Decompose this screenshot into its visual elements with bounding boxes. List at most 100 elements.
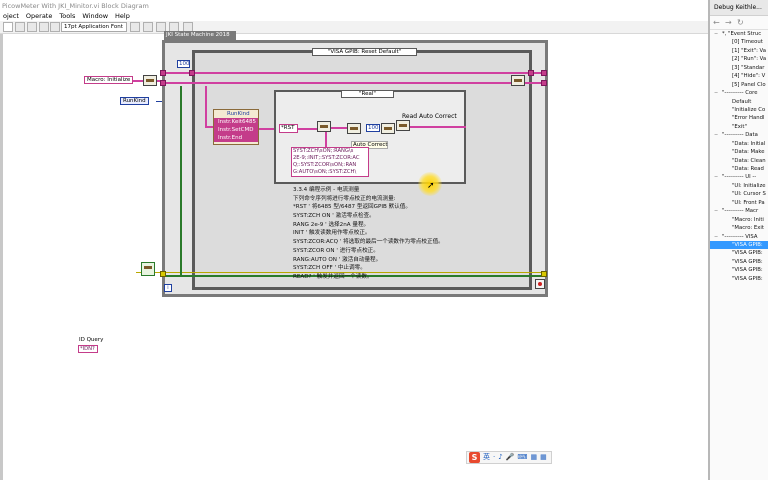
bundle-element-0[interactable]: RunKind bbox=[214, 110, 258, 118]
delay-constant[interactable]: 100 bbox=[366, 124, 380, 132]
pause-icon[interactable] bbox=[39, 22, 49, 32]
tree-item[interactable]: "Initialize Co bbox=[710, 106, 768, 114]
macro-initialize-constant[interactable]: Macro: Initialize bbox=[84, 76, 134, 84]
tree-item-label: "UI: Front Pa bbox=[732, 199, 765, 206]
run-arrow-icon[interactable] bbox=[3, 22, 13, 32]
rst-command-constant[interactable]: *RST bbox=[279, 124, 298, 133]
collapse-icon[interactable]: − bbox=[714, 233, 718, 241]
tree-item[interactable]: [3] "Standar bbox=[710, 64, 768, 72]
scpi-command-constant[interactable]: SYST:ZCH\sON;:RANG\s 2E-9;:INIT;:SYST:ZCO… bbox=[291, 147, 369, 177]
shift-register-right-2[interactable] bbox=[541, 80, 547, 86]
error-shift-register-left[interactable] bbox=[160, 271, 166, 277]
tree-item[interactable]: "Data: Initial bbox=[710, 140, 768, 148]
timeout-constant[interactable]: 100 bbox=[177, 60, 190, 68]
runkind-control[interactable]: RunKind bbox=[120, 97, 149, 105]
refresh-icon[interactable]: ↻ bbox=[737, 18, 746, 27]
tree-item[interactable]: "Exit" bbox=[710, 123, 768, 131]
menu-item-4[interactable]: Help bbox=[112, 11, 134, 21]
shift-register-left-2[interactable] bbox=[160, 80, 166, 86]
comment-line: READ? ' 触发并返回一个读数。 bbox=[293, 273, 373, 280]
ime-toolbar[interactable]: S 英 · ♪ 🎤 ⌨ ▦ ▦ bbox=[466, 451, 552, 464]
tree-item[interactable]: "VISA GPIB: bbox=[710, 275, 768, 283]
scpi-line: 2E-9;:INIT;:SYST:ZCOR:AC bbox=[293, 155, 360, 161]
tree-item[interactable]: [0] Timeout bbox=[710, 38, 768, 46]
tree-item[interactable]: "Data: Make bbox=[710, 148, 768, 156]
tree-item[interactable]: − "---------- UI -- bbox=[710, 173, 768, 181]
collapse-icon[interactable]: − bbox=[714, 30, 718, 38]
forward-arrow-icon[interactable]: → bbox=[725, 18, 734, 27]
comment-line: *RST ' 将6485 型/6487 型返回GPIB 默认值。 bbox=[293, 204, 411, 211]
visa-write-2-vi-icon[interactable] bbox=[347, 123, 361, 134]
tree-item[interactable]: [1] "Exit": Va bbox=[710, 47, 768, 55]
inner-case-selector[interactable]: "Real" bbox=[341, 90, 394, 98]
error-init-vi-icon[interactable] bbox=[141, 262, 155, 276]
tree-item-label: [2] "Run": Va bbox=[732, 56, 767, 63]
shift-register-left[interactable] bbox=[160, 70, 166, 76]
menu-item-1[interactable]: Operate bbox=[23, 11, 56, 21]
run-continuously-icon[interactable] bbox=[15, 22, 25, 32]
menu-item-2[interactable]: Tools bbox=[56, 11, 79, 21]
case-tunnel-in[interactable] bbox=[189, 70, 195, 76]
menu-item-3[interactable]: Window bbox=[79, 11, 112, 21]
tree-item[interactable]: "UI: Initialize bbox=[710, 182, 768, 190]
tree-item[interactable]: − "---------- VISA bbox=[710, 233, 768, 241]
menu-item-0[interactable]: oject bbox=[0, 11, 23, 21]
ime-glyph-icon[interactable]: 英 bbox=[483, 452, 490, 463]
tree-item[interactable]: [5] Panel Clo bbox=[710, 81, 768, 89]
tree-item[interactable]: "VISA GPIB: bbox=[710, 249, 768, 257]
sogou-logo-icon[interactable]: S bbox=[469, 452, 480, 463]
visa-read-vi-icon[interactable] bbox=[396, 120, 410, 131]
error-shift-register-right[interactable] bbox=[541, 271, 547, 277]
bundle-element-2[interactable]: Instr.SetCMD bbox=[214, 126, 258, 134]
tree-item[interactable]: − "---------- Core bbox=[710, 89, 768, 97]
collapse-icon[interactable]: − bbox=[714, 131, 718, 139]
tree-item[interactable]: "UI: Cursor S bbox=[710, 190, 768, 198]
shift-register-right[interactable] bbox=[541, 70, 547, 76]
tree-item[interactable]: "Error Handl bbox=[710, 114, 768, 122]
ime-glyph-icon[interactable]: ▦ bbox=[531, 452, 538, 463]
tree-item[interactable]: Default bbox=[710, 98, 768, 106]
tree-item[interactable]: − *, "Event Struc bbox=[710, 30, 768, 38]
tree-item[interactable]: [4] "Hide": V bbox=[710, 72, 768, 80]
ime-glyph-icon[interactable]: 🎤 bbox=[506, 452, 515, 463]
tree-item[interactable]: "VISA GPIB: bbox=[710, 266, 768, 274]
iteration-terminal[interactable]: i bbox=[164, 284, 172, 292]
align-objects-icon[interactable] bbox=[130, 22, 140, 32]
bundle-element-3[interactable]: Instr.End bbox=[214, 134, 258, 142]
tree-item-label: "Data: Read bbox=[732, 166, 764, 172]
tree-item[interactable]: "UI: Front Pa bbox=[710, 199, 768, 207]
toolbar: 17pt Application Font bbox=[0, 21, 708, 34]
tree-item[interactable]: − "---------- Macr bbox=[710, 207, 768, 215]
bundle-element-1[interactable]: Instr.Keit6485 bbox=[214, 118, 258, 126]
tree-item[interactable]: "VISA GPIB: bbox=[710, 258, 768, 266]
case-selector[interactable]: "VISA GPIB: Reset Default" bbox=[312, 48, 417, 56]
back-arrow-icon[interactable]: ← bbox=[713, 18, 722, 27]
wait-ms-vi-icon[interactable] bbox=[381, 123, 395, 134]
collapse-icon[interactable]: − bbox=[714, 173, 718, 181]
abort-icon[interactable] bbox=[27, 22, 37, 32]
ime-glyph-icon[interactable]: ♪ bbox=[498, 452, 502, 463]
tree-item[interactable]: "VISA GPIB: bbox=[710, 240, 768, 250]
stop-terminal-icon[interactable] bbox=[535, 279, 545, 289]
ime-glyph-icon[interactable]: · bbox=[493, 452, 495, 463]
highlight-execution-icon[interactable] bbox=[50, 22, 60, 32]
tree-item[interactable]: "Macro: Exit bbox=[710, 224, 768, 232]
collapse-icon[interactable]: − bbox=[714, 89, 718, 97]
tree-item[interactable]: "Data: Clean bbox=[710, 157, 768, 165]
ime-glyph-icon[interactable]: ⌨ bbox=[517, 452, 527, 463]
tree-item[interactable]: [2] "Run": Va bbox=[710, 55, 768, 63]
collapse-icon[interactable]: − bbox=[714, 207, 718, 215]
tree-item[interactable]: "Macro: Initi bbox=[710, 216, 768, 224]
ime-glyph-icon[interactable]: ▦ bbox=[540, 452, 547, 463]
distribute-objects-icon[interactable] bbox=[143, 22, 153, 32]
id-query-constant[interactable]: *IDN? bbox=[78, 345, 98, 353]
visa-write-vi-icon[interactable] bbox=[317, 121, 331, 132]
macro-parse-vi-icon[interactable] bbox=[143, 75, 157, 86]
state-queue-vi-icon[interactable] bbox=[511, 75, 525, 86]
unbundle-by-name-node[interactable]: RunKind Instr.Keit6485 Instr.SetCMD Instr.E… bbox=[213, 109, 259, 145]
font-dropdown[interactable]: 17pt Application Font bbox=[61, 22, 127, 32]
tree-item[interactable]: − "---------- Data bbox=[710, 131, 768, 139]
tree-item[interactable]: "Data: Read bbox=[710, 165, 768, 173]
visa-wire-1 bbox=[331, 127, 347, 129]
case-tunnel-out[interactable] bbox=[528, 70, 534, 76]
